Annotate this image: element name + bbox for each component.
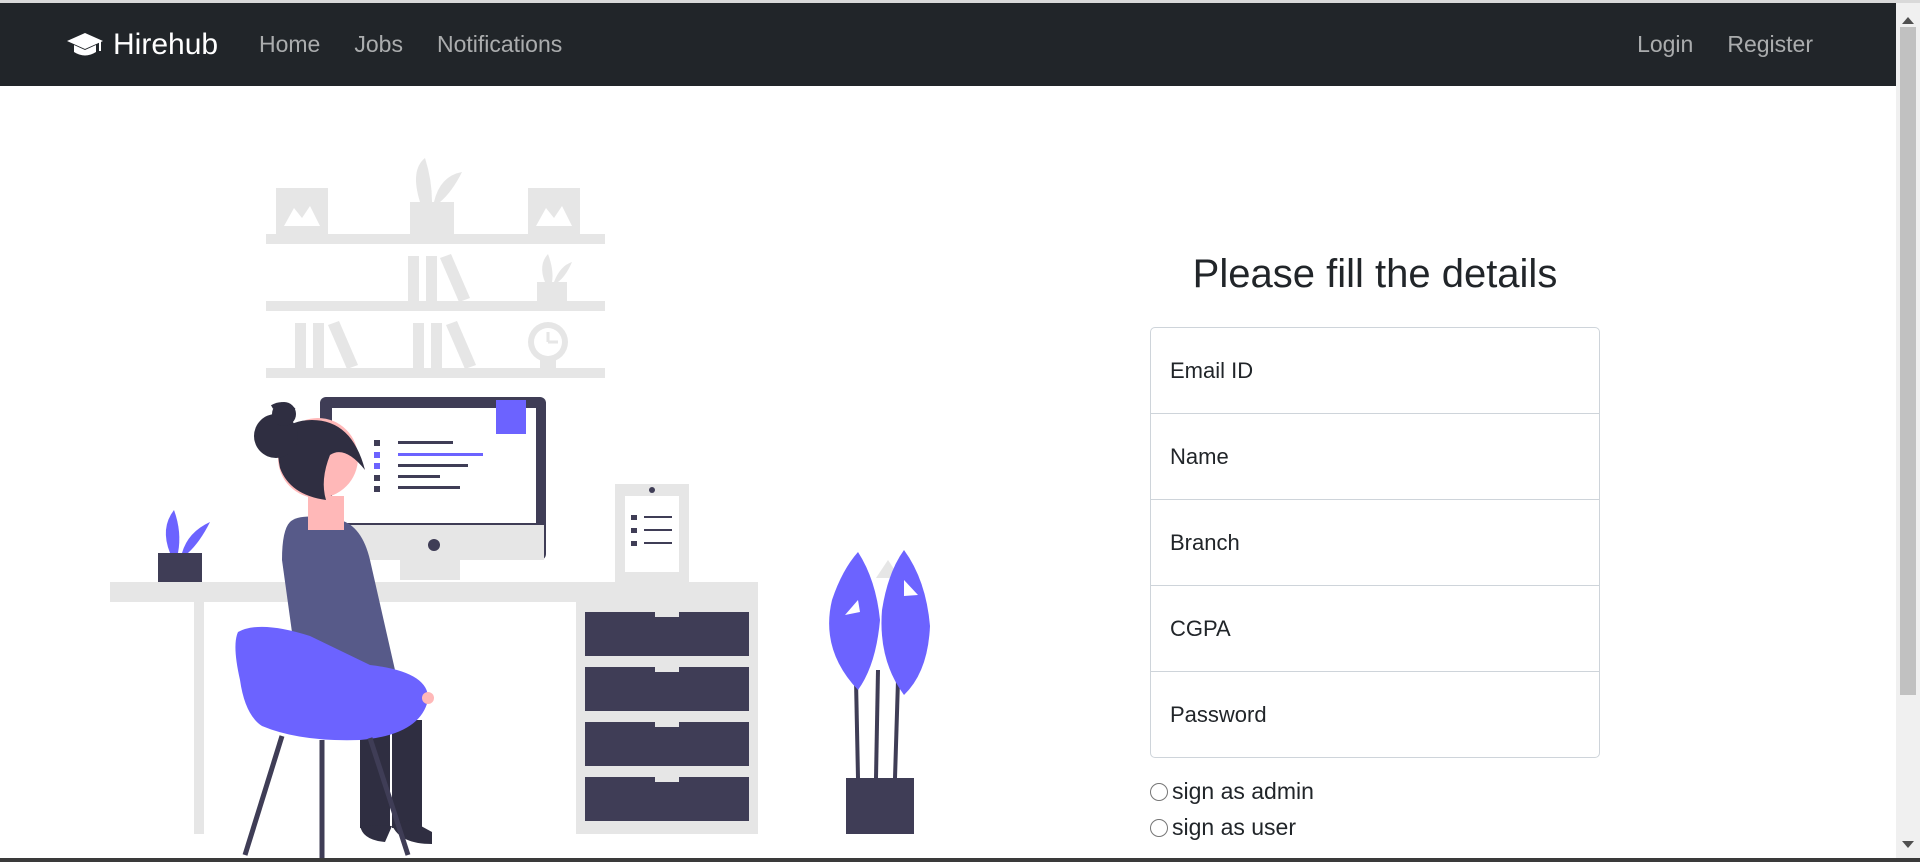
scrollbar-thumb[interactable] xyxy=(1900,27,1916,695)
nav-home-link[interactable]: Home xyxy=(259,31,320,58)
email-field[interactable] xyxy=(1151,328,1599,413)
radio-sign-as-user[interactable] xyxy=(1150,818,1168,837)
cgpa-field[interactable] xyxy=(1151,586,1599,671)
radio-admin-row[interactable]: sign as admin xyxy=(1150,778,1314,805)
registration-form xyxy=(1150,327,1600,758)
nav-register-link[interactable]: Register xyxy=(1727,31,1813,58)
radio-user-label: sign as user xyxy=(1172,814,1297,840)
scroll-up-icon[interactable] xyxy=(1902,17,1914,24)
radio-sign-as-admin[interactable] xyxy=(1150,782,1168,801)
branch-field-wrapper xyxy=(1151,500,1599,586)
nav-notifications-link[interactable]: Notifications xyxy=(437,31,562,58)
brand-name: Hirehub xyxy=(113,27,219,61)
radio-admin-label: sign as admin xyxy=(1172,778,1314,804)
window-bottom-edge xyxy=(0,858,1920,862)
nav-links: Home Jobs Notifications xyxy=(259,3,596,86)
scroll-down-icon[interactable] xyxy=(1902,841,1914,848)
nav-auth-links: Login Register xyxy=(1603,3,1813,86)
radio-user-row[interactable]: sign as user xyxy=(1150,814,1296,841)
working-at-desk-illustration xyxy=(110,158,930,858)
password-field-wrapper xyxy=(1151,672,1599,757)
form-title: Please fill the details xyxy=(1192,252,1558,296)
nav-jobs-link[interactable]: Jobs xyxy=(354,31,403,58)
branch-field[interactable] xyxy=(1151,500,1599,585)
vertical-scrollbar[interactable] xyxy=(1896,3,1920,858)
password-field[interactable] xyxy=(1151,672,1599,757)
name-field[interactable] xyxy=(1151,414,1599,499)
brand-link[interactable]: Hirehub xyxy=(66,3,218,86)
navbar: Hirehub Home Jobs Notifications Login Re… xyxy=(0,3,1896,86)
name-field-wrapper xyxy=(1151,414,1599,500)
email-field-wrapper xyxy=(1151,328,1599,414)
nav-login-link[interactable]: Login xyxy=(1637,31,1693,58)
cgpa-field-wrapper xyxy=(1151,586,1599,672)
graduation-cap-icon xyxy=(67,32,103,55)
